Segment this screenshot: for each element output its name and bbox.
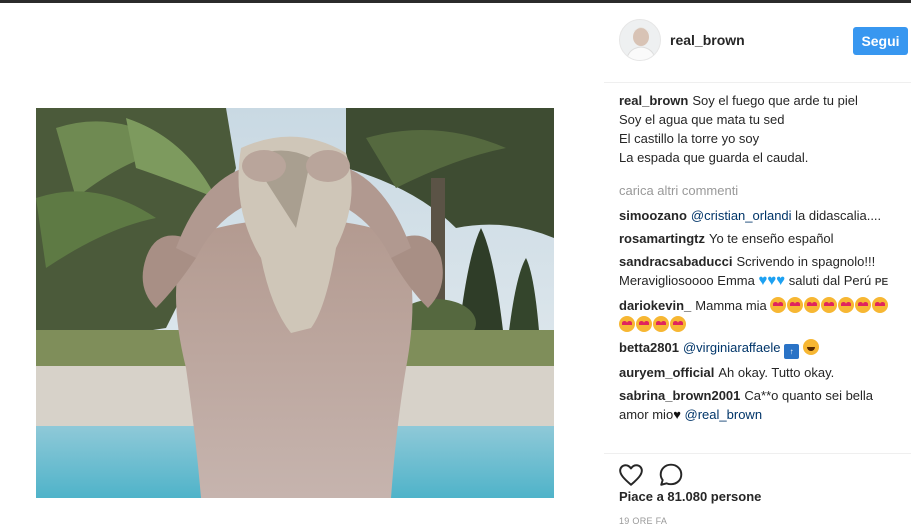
- heart-eyes-emoji: [787, 297, 804, 313]
- post-side-panel: real_brown Segui real_brown Soy el fuego …: [604, 3, 911, 529]
- mention-link[interactable]: @virginiaraffaele: [683, 340, 781, 355]
- laughing-emoji: [802, 339, 819, 355]
- comment: auryem_official Ah okay. Tutto okay.: [619, 363, 901, 382]
- comment: rosamartingtz Yo te enseño español: [619, 229, 901, 248]
- follow-button[interactable]: Segui: [853, 27, 908, 55]
- avatar[interactable]: [619, 19, 661, 61]
- top-emoji: ↑: [784, 344, 800, 359]
- heart-eyes-emoji: [804, 297, 821, 313]
- heart-eyes-emoji: [838, 297, 855, 313]
- heart-outline-icon[interactable]: [618, 462, 644, 488]
- comment: betta2801 @virginiaraffaele ↑: [619, 338, 901, 359]
- blue-heart-emoji: ♥: [776, 272, 786, 289]
- comment: simoozano @cristian_orlandi la didascalia…: [619, 206, 901, 225]
- author-username[interactable]: real_brown: [670, 32, 745, 48]
- comment-text: Ah okay. Tutto okay.: [718, 365, 835, 380]
- black-heart-emoji: ♥: [673, 407, 681, 422]
- comment-text: Yo te enseño español: [708, 231, 834, 246]
- comment: dariokevin_ Mamma mia: [619, 296, 901, 334]
- caption-author[interactable]: real_brown: [619, 93, 688, 108]
- comment-text: Mamma mia: [695, 298, 767, 313]
- comment-text: saluti dal Perú: [785, 273, 872, 288]
- comment-username[interactable]: auryem_official: [619, 365, 714, 380]
- heart-eyes-emoji: [619, 316, 635, 332]
- heart-eyes-emoji: [653, 316, 669, 332]
- comments-list[interactable]: real_brown Soy el fuego que arde tu piel …: [619, 91, 901, 447]
- comment-username[interactable]: sabrina_brown2001: [619, 388, 740, 403]
- photo-illustration: [36, 108, 554, 498]
- avatar-image: [620, 20, 660, 60]
- post-photo[interactable]: [36, 108, 554, 498]
- caption-line: El castillo la torre yo soy: [619, 131, 760, 146]
- caption: real_brown Soy el fuego que arde tu piel …: [619, 91, 901, 167]
- comment-username[interactable]: sandracsabaducci: [619, 254, 732, 269]
- heart-eyes-emoji: [855, 297, 872, 313]
- comment: sabrina_brown2001 Ca**o quanto sei bella …: [619, 386, 901, 424]
- comment-username[interactable]: betta2801: [619, 340, 679, 355]
- comment: sandracsabaducci Scrivendo in spagnolo!!!…: [619, 252, 901, 292]
- heart-eyes-emoji: [670, 316, 686, 332]
- blue-heart-emoji: ♥: [767, 272, 777, 289]
- caption-line: real_brown Soy el fuego que arde tu piel: [619, 91, 901, 110]
- peru-flag-emoji: PE: [874, 277, 889, 288]
- media-area: [0, 3, 590, 529]
- post-timestamp[interactable]: 19 ORE FA: [619, 516, 667, 526]
- speech-bubble-icon[interactable]: [658, 462, 684, 488]
- heart-eyes-emoji: [636, 316, 652, 332]
- caption-line: La espada que guarda el caudal.: [619, 150, 809, 165]
- comment-username[interactable]: dariokevin_: [619, 298, 691, 313]
- caption-text: Soy el fuego que arde tu piel: [692, 93, 858, 108]
- caption-line: Soy el agua que mata tu sed: [619, 112, 785, 127]
- mention-link[interactable]: @cristian_orlandi: [691, 208, 792, 223]
- heart-eyes-emoji: [770, 297, 787, 313]
- load-more-comments-link[interactable]: carica altri commenti: [619, 181, 901, 200]
- mention-link[interactable]: @real_brown: [685, 407, 763, 422]
- likes-count[interactable]: Piace a 81.080 persone: [619, 489, 761, 504]
- comment-text: la didascalia....: [791, 208, 882, 223]
- comment-username[interactable]: rosamartingtz: [619, 231, 705, 246]
- post-header: real_brown Segui: [604, 3, 911, 83]
- heart-eyes-emoji: [872, 297, 889, 313]
- post-actions: [604, 453, 911, 486]
- heart-eyes-emoji: [821, 297, 838, 313]
- comment-username[interactable]: simoozano: [619, 208, 687, 223]
